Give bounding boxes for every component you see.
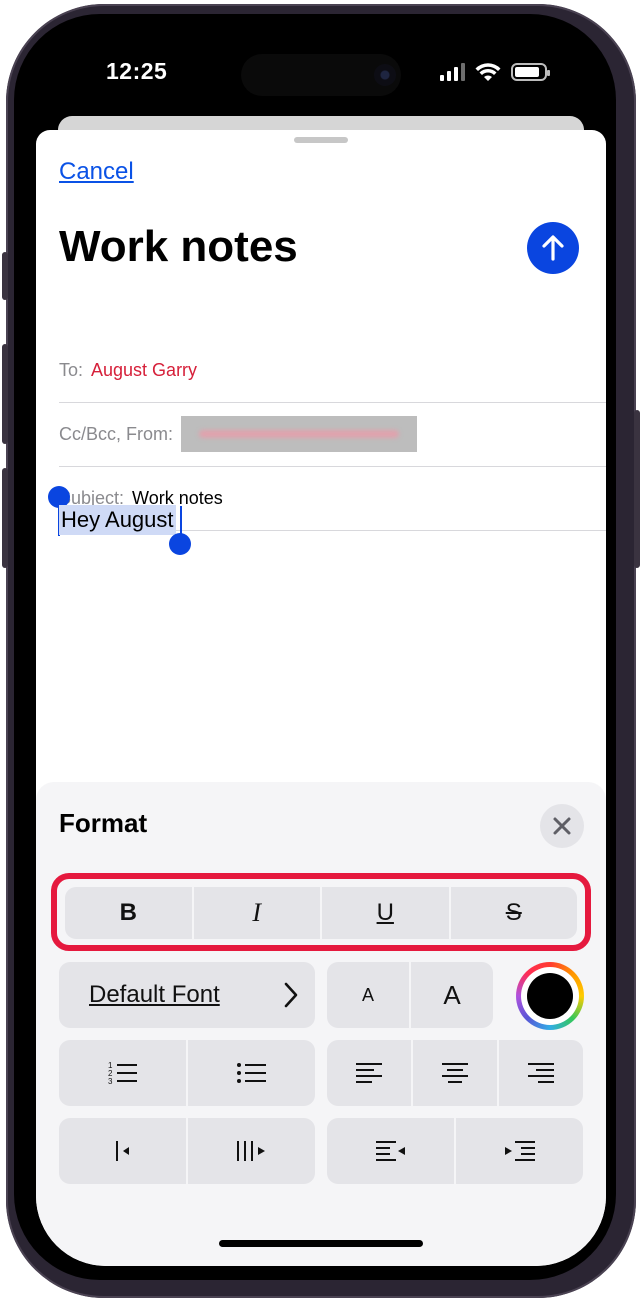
screen: 12:25 Cancel Work notes To: August Garry (36, 34, 606, 1266)
default-font-button[interactable]: Default Font (59, 962, 315, 1028)
font-label: Default Font (89, 981, 220, 1008)
indent-decrease-icon (375, 1141, 405, 1161)
text-color-button[interactable] (516, 962, 584, 1030)
status-icons (440, 62, 550, 82)
increase-indent-button[interactable] (456, 1118, 583, 1184)
cellular-signal-icon (440, 63, 465, 81)
to-label: To: (59, 359, 84, 380)
format-panel: Format B I U S Default Font A A 1 2 3 (36, 782, 606, 1266)
list-group: 1 2 3 (59, 1040, 315, 1106)
cancel-button[interactable]: Cancel (59, 158, 134, 186)
align-center-button[interactable] (413, 1040, 499, 1106)
bullet-list-button[interactable] (188, 1040, 315, 1106)
selection-end-caret (180, 506, 182, 536)
ccbcc-label: Cc/Bcc, From: (59, 423, 174, 444)
decrease-font-size-button[interactable]: A (327, 962, 411, 1028)
increase-font-size-button[interactable]: A (411, 962, 493, 1028)
alignment-group (327, 1040, 583, 1106)
battery-icon (511, 63, 550, 81)
home-indicator[interactable] (219, 1240, 423, 1247)
size-small-label: A (361, 984, 374, 1005)
highlight-outline (51, 873, 591, 951)
status-time: 12:25 (106, 58, 168, 84)
font-size-group: A A (327, 962, 493, 1028)
indent-group (327, 1118, 583, 1184)
quote-level-group (59, 1118, 315, 1184)
volume-down-button (2, 468, 8, 568)
front-camera (374, 64, 396, 86)
align-right-icon (528, 1063, 554, 1083)
decrease-quote-level-button[interactable] (59, 1118, 188, 1184)
ccbcc-from-field[interactable]: Cc/Bcc, From: (59, 402, 606, 466)
format-title: Format (59, 808, 148, 838)
quote-decrease-icon (115, 1141, 129, 1161)
format-close-button[interactable] (540, 804, 584, 848)
to-recipient[interactable]: August Garry (91, 360, 197, 381)
chevron-right-icon (284, 982, 298, 1008)
color-well-ring (521, 967, 579, 1025)
indent-increase-icon (504, 1141, 535, 1161)
svg-text:3: 3 (108, 1077, 113, 1086)
quote-increase-icon (236, 1141, 265, 1161)
bullet-list-icon (236, 1063, 266, 1083)
from-address-redacted[interactable] (181, 416, 418, 452)
xmark-icon (553, 817, 571, 835)
volume-up-button (2, 344, 8, 444)
align-center-icon (442, 1063, 468, 1083)
page-title: Work notes (59, 222, 298, 271)
wifi-icon (475, 63, 501, 81)
selected-color (527, 973, 573, 1019)
message-body[interactable]: Hey August (59, 505, 176, 535)
compose-sheet: Cancel Work notes To: August Garry Cc/Bc… (36, 130, 606, 1266)
decrease-indent-button[interactable] (327, 1118, 456, 1184)
arrow-up-icon (542, 235, 564, 261)
selection-end-handle[interactable] (169, 533, 191, 555)
numbered-list-button[interactable]: 1 2 3 (59, 1040, 188, 1106)
numbered-list-icon: 1 2 3 (108, 1061, 137, 1086)
align-left-button[interactable] (327, 1040, 413, 1106)
power-button (634, 410, 640, 568)
align-left-icon (356, 1063, 382, 1083)
sheet-grabber[interactable] (294, 137, 348, 143)
increase-quote-level-button[interactable] (188, 1118, 315, 1184)
action-button (2, 252, 8, 300)
to-field[interactable]: To: August Garry (59, 338, 606, 402)
send-button[interactable] (527, 222, 579, 274)
size-large-label: A (443, 979, 461, 1010)
align-right-button[interactable] (499, 1040, 583, 1106)
